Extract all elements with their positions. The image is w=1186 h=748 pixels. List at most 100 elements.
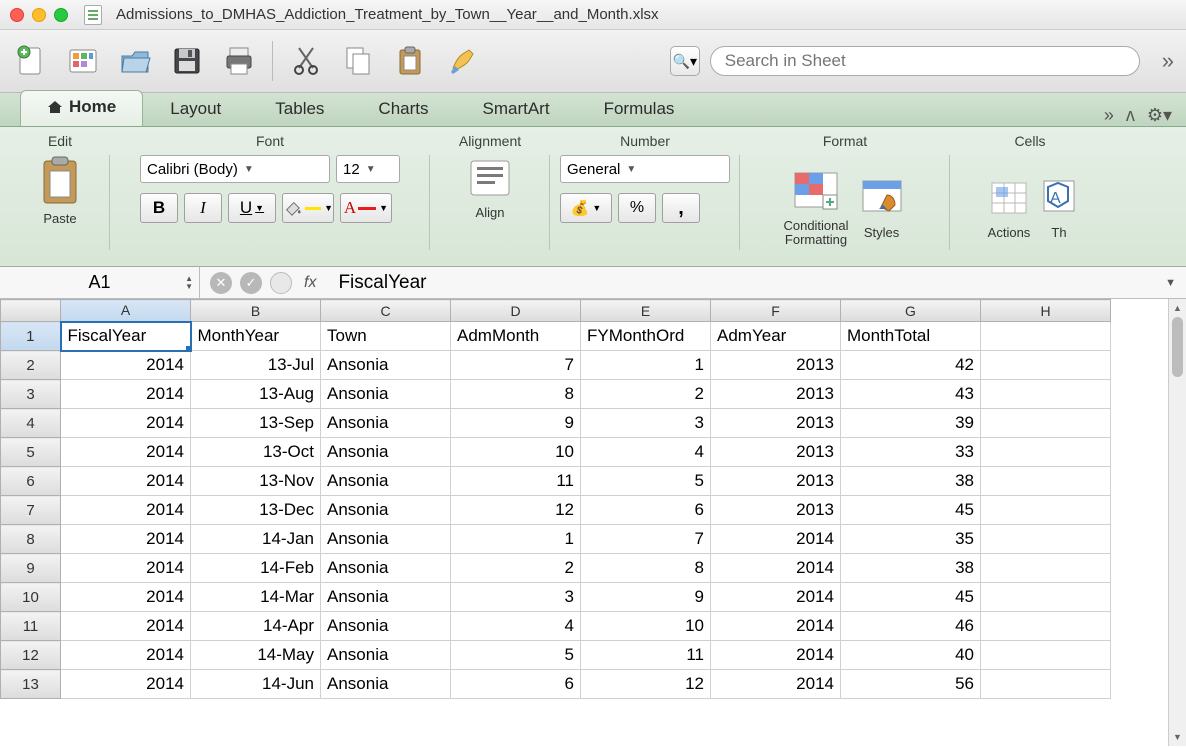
print-button[interactable]	[220, 42, 258, 80]
gear-icon[interactable]: ⚙︎▾	[1147, 105, 1172, 126]
cell-F3[interactable]: 2013	[711, 380, 841, 409]
cell-D6[interactable]: 11	[451, 467, 581, 496]
percent-button[interactable]: %	[618, 193, 656, 223]
cell-G10[interactable]: 45	[841, 583, 981, 612]
cancel-formula-button[interactable]: ✕	[210, 272, 232, 294]
accept-formula-button[interactable]: ✓	[240, 272, 262, 294]
vertical-scrollbar[interactable]: ▲ ▼	[1168, 299, 1186, 746]
cell-G12[interactable]: 40	[841, 641, 981, 670]
cell-G11[interactable]: 46	[841, 612, 981, 641]
cell-D7[interactable]: 12	[451, 496, 581, 525]
cell-A11[interactable]: 2014	[61, 612, 191, 641]
cell-F4[interactable]: 2013	[711, 409, 841, 438]
cell-A3[interactable]: 2014	[61, 380, 191, 409]
cell-E11[interactable]: 10	[581, 612, 711, 641]
row-header-10[interactable]: 10	[1, 583, 61, 612]
align-button[interactable]: Align	[467, 155, 513, 220]
cell-H5[interactable]	[981, 438, 1111, 467]
col-header-H[interactable]: H	[981, 300, 1111, 322]
format-painter-button[interactable]	[443, 42, 481, 80]
conditional-formatting-button[interactable]: Conditional Formatting	[783, 169, 848, 247]
cell-G2[interactable]: 42	[841, 351, 981, 380]
font-color-button[interactable]: A▼	[340, 193, 392, 223]
cut-button[interactable]	[287, 42, 325, 80]
cell-C12[interactable]: Ansonia	[321, 641, 451, 670]
bold-button[interactable]: B	[140, 193, 178, 223]
styles-button[interactable]: Styles	[857, 175, 907, 240]
cell-A10[interactable]: 2014	[61, 583, 191, 612]
cell-B12[interactable]: 14-May	[191, 641, 321, 670]
cell-A12[interactable]: 2014	[61, 641, 191, 670]
tab-charts[interactable]: Charts	[351, 92, 455, 126]
actions-button[interactable]: Actions	[984, 175, 1034, 240]
comma-button[interactable]: ,	[662, 193, 700, 223]
cell-C6[interactable]: Ansonia	[321, 467, 451, 496]
cell-E13[interactable]: 12	[581, 670, 711, 699]
search-input[interactable]	[710, 46, 1140, 76]
select-all-corner[interactable]	[1, 300, 61, 322]
cell-G4[interactable]: 39	[841, 409, 981, 438]
cell-G13[interactable]: 56	[841, 670, 981, 699]
number-format-dropdown[interactable]: General▼	[560, 155, 730, 183]
cell-B11[interactable]: 14-Apr	[191, 612, 321, 641]
cell-D8[interactable]: 1	[451, 525, 581, 554]
cell-D1[interactable]: AdmMonth	[451, 322, 581, 351]
cell-G1[interactable]: MonthTotal	[841, 322, 981, 351]
cell-E2[interactable]: 1	[581, 351, 711, 380]
col-header-D[interactable]: D	[451, 300, 581, 322]
formula-input[interactable]: FiscalYear	[338, 272, 426, 294]
cell-B6[interactable]: 13-Nov	[191, 467, 321, 496]
cell-H13[interactable]	[981, 670, 1111, 699]
cell-E12[interactable]: 11	[581, 641, 711, 670]
cell-H9[interactable]	[981, 554, 1111, 583]
cell-B2[interactable]: 13-Jul	[191, 351, 321, 380]
tab-formulas[interactable]: Formulas	[577, 92, 702, 126]
cell-B5[interactable]: 13-Oct	[191, 438, 321, 467]
cell-E9[interactable]: 8	[581, 554, 711, 583]
italic-button[interactable]: I	[184, 193, 222, 223]
row-header-7[interactable]: 7	[1, 496, 61, 525]
cell-G8[interactable]: 35	[841, 525, 981, 554]
row-header-5[interactable]: 5	[1, 438, 61, 467]
cell-F12[interactable]: 2014	[711, 641, 841, 670]
tab-layout[interactable]: Layout	[143, 92, 248, 126]
cell-B10[interactable]: 14-Mar	[191, 583, 321, 612]
search-scope-button[interactable]: 🔍▾	[670, 46, 700, 76]
cell-C4[interactable]: Ansonia	[321, 409, 451, 438]
cell-A7[interactable]: 2014	[61, 496, 191, 525]
cell-A1[interactable]: FiscalYear	[61, 322, 191, 351]
cell-F7[interactable]: 2013	[711, 496, 841, 525]
zoom-window-button[interactable]	[54, 8, 68, 22]
cell-G9[interactable]: 38	[841, 554, 981, 583]
cell-D3[interactable]: 8	[451, 380, 581, 409]
cell-F6[interactable]: 2013	[711, 467, 841, 496]
row-header-6[interactable]: 6	[1, 467, 61, 496]
minimize-window-button[interactable]	[32, 8, 46, 22]
name-box-stepper-icon[interactable]: ▲▼	[185, 275, 193, 291]
tab-home[interactable]: Home	[20, 90, 143, 126]
cell-C11[interactable]: Ansonia	[321, 612, 451, 641]
row-header-8[interactable]: 8	[1, 525, 61, 554]
cell-E4[interactable]: 3	[581, 409, 711, 438]
cell-G7[interactable]: 45	[841, 496, 981, 525]
cell-C10[interactable]: Ansonia	[321, 583, 451, 612]
cell-F2[interactable]: 2013	[711, 351, 841, 380]
scroll-thumb[interactable]	[1172, 317, 1183, 377]
ribbon-more-icon[interactable]: »	[1104, 105, 1114, 126]
cell-C1[interactable]: Town	[321, 322, 451, 351]
cell-E5[interactable]: 4	[581, 438, 711, 467]
currency-button[interactable]: 💰▼	[560, 193, 612, 223]
cell-C9[interactable]: Ansonia	[321, 554, 451, 583]
cell-B1[interactable]: MonthYear	[191, 322, 321, 351]
cell-C8[interactable]: Ansonia	[321, 525, 451, 554]
cell-C3[interactable]: Ansonia	[321, 380, 451, 409]
col-header-E[interactable]: E	[581, 300, 711, 322]
tab-smartart[interactable]: SmartArt	[456, 92, 577, 126]
formula-builder-button[interactable]	[270, 272, 292, 294]
close-window-button[interactable]	[10, 8, 24, 22]
col-header-B[interactable]: B	[191, 300, 321, 322]
cell-B3[interactable]: 13-Aug	[191, 380, 321, 409]
cell-D2[interactable]: 7	[451, 351, 581, 380]
row-header-9[interactable]: 9	[1, 554, 61, 583]
underline-button[interactable]: U▼	[228, 193, 276, 223]
